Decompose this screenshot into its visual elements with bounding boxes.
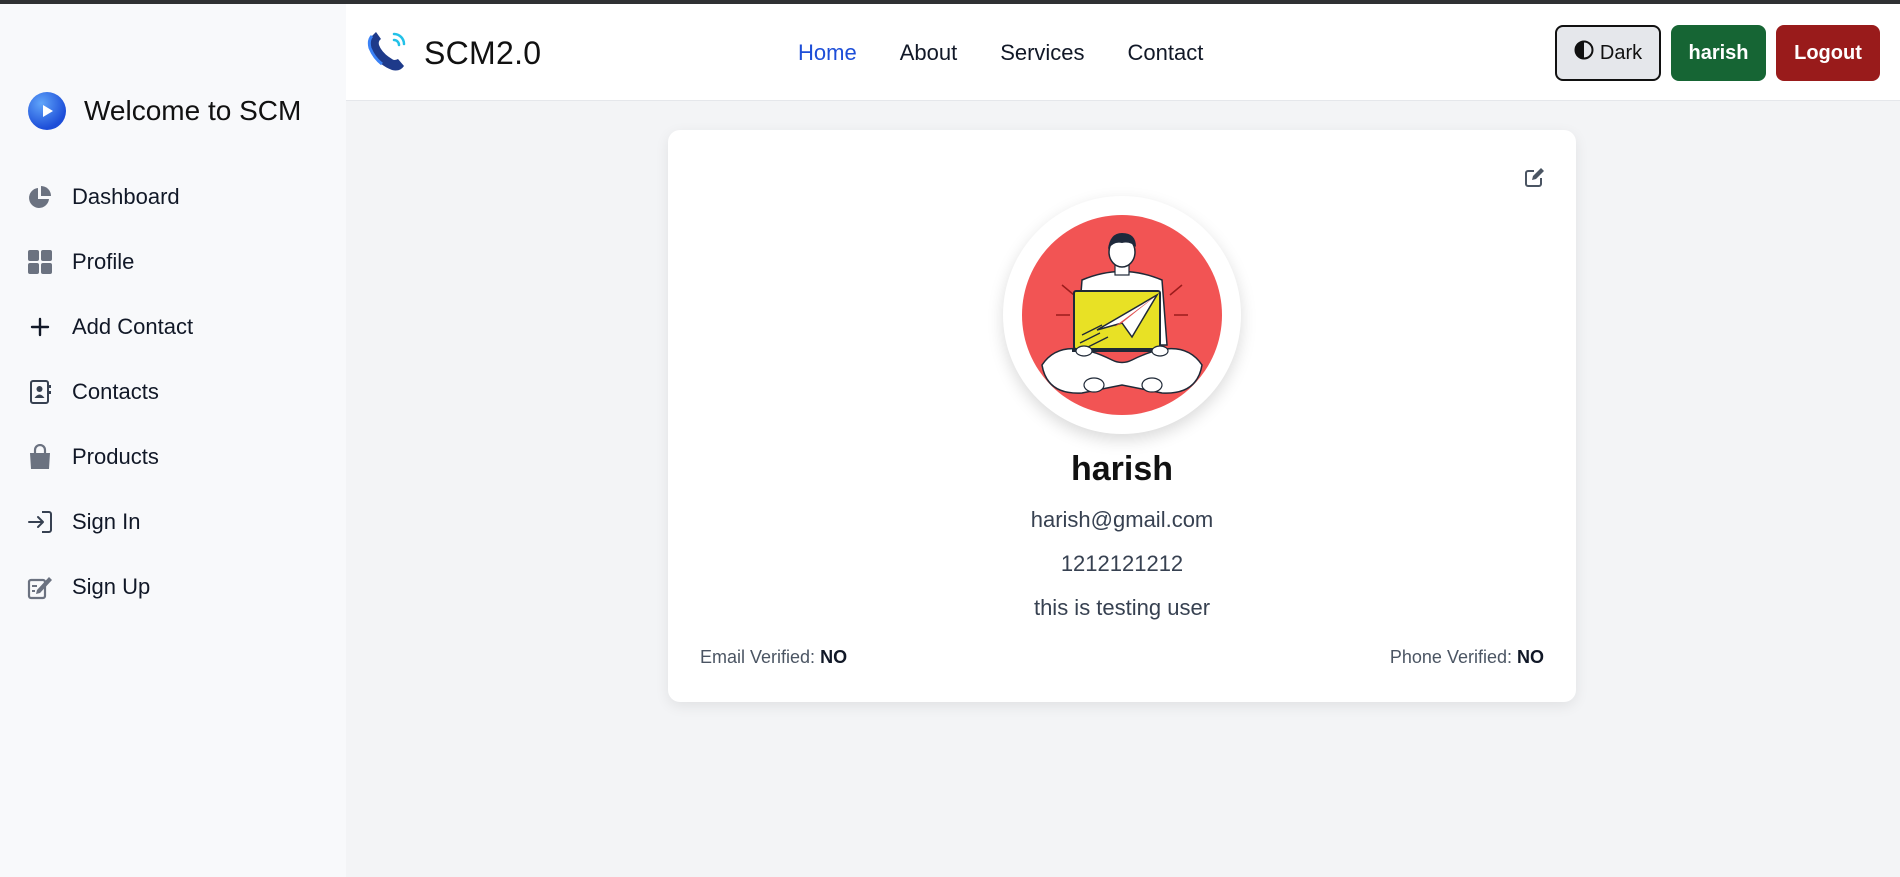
- profile-about: this is testing user: [1033, 595, 1211, 620]
- sidebar-item-products[interactable]: Products: [26, 424, 326, 489]
- sidebar-item-label: Products: [72, 443, 159, 469]
- sidebar-item-label: Dashboard: [72, 183, 180, 209]
- sign-in-icon: [26, 508, 54, 536]
- avatar: [1003, 196, 1241, 434]
- dark-mode-label: Dark: [1599, 41, 1643, 64]
- half-circle-contrast-icon: [1574, 40, 1594, 66]
- nav-link-services[interactable]: Services: [1000, 40, 1084, 66]
- sidebar-item-label: Profile: [72, 248, 135, 274]
- edit-icon[interactable]: [1524, 166, 1546, 193]
- phone-verified-value: NO: [1517, 647, 1544, 667]
- user-button[interactable]: harish: [1671, 25, 1766, 81]
- sidebar-item-label: Contacts: [72, 378, 159, 404]
- sidebar-item-dashboard[interactable]: Dashboard: [26, 164, 326, 229]
- address-book-icon: [26, 378, 54, 406]
- main-nav: Home About Services Contact: [798, 40, 1203, 66]
- header-actions: Dark harish Logout: [1555, 25, 1880, 81]
- profile-email: harish@gmail.com: [1030, 507, 1214, 532]
- sidebar-item-sign-in[interactable]: Sign In: [26, 489, 326, 554]
- sidebar-item-contacts[interactable]: Contacts: [26, 359, 326, 424]
- logout-button[interactable]: Logout: [1776, 25, 1880, 81]
- avatar-illustration: [1022, 215, 1222, 415]
- sidebar-brand-title: Welcome to SCM: [84, 95, 302, 126]
- email-verified-status: Email Verified: NO: [700, 647, 847, 668]
- pie-chart-icon: [26, 183, 54, 211]
- dark-mode-toggle-button[interactable]: Dark: [1555, 25, 1661, 81]
- profile-card: harish harish@gmail.com 1212121212 this …: [668, 130, 1576, 702]
- sidebar-item-add-contact[interactable]: Add Contact: [26, 294, 326, 359]
- phone-logo-icon: [366, 28, 410, 79]
- email-verified-value: NO: [820, 647, 848, 667]
- profile-phone: 1212121212: [1060, 551, 1184, 576]
- sidebar: Welcome to SCM Dashboard Profile Add Con…: [0, 4, 346, 877]
- shopping-bag-icon: [26, 443, 54, 471]
- sidebar-item-sign-up[interactable]: Sign Up: [26, 554, 326, 619]
- nav-link-home[interactable]: Home: [798, 40, 857, 66]
- nav-link-contact[interactable]: Contact: [1128, 40, 1204, 66]
- sidebar-item-label: Sign Up: [72, 573, 151, 599]
- sidebar-brand: Welcome to SCM: [28, 90, 301, 132]
- sidebar-item-label: Add Contact: [72, 313, 194, 339]
- nav-link-about[interactable]: About: [900, 40, 958, 66]
- plus-icon: [26, 313, 54, 341]
- sidebar-nav: Dashboard Profile Add Contact Contacts P…: [26, 164, 326, 619]
- sign-up-icon: [26, 573, 54, 601]
- sidebar-item-label: Sign In: [72, 508, 141, 534]
- play-logo-icon: [28, 92, 66, 130]
- email-verified-label: Email Verified:: [700, 647, 816, 667]
- app-logo[interactable]: SCM2.0: [366, 28, 541, 79]
- app-title: SCM2.0: [424, 35, 542, 71]
- phone-verified-status: Phone Verified: NO: [1390, 647, 1544, 668]
- profile-name: harish: [1070, 450, 1174, 488]
- sidebar-item-profile[interactable]: Profile: [26, 229, 326, 294]
- grid-icon: [26, 248, 54, 276]
- phone-verified-label: Phone Verified:: [1389, 647, 1512, 667]
- top-navbar: SCM2.0 Home About Services Contact Dark …: [346, 4, 1900, 101]
